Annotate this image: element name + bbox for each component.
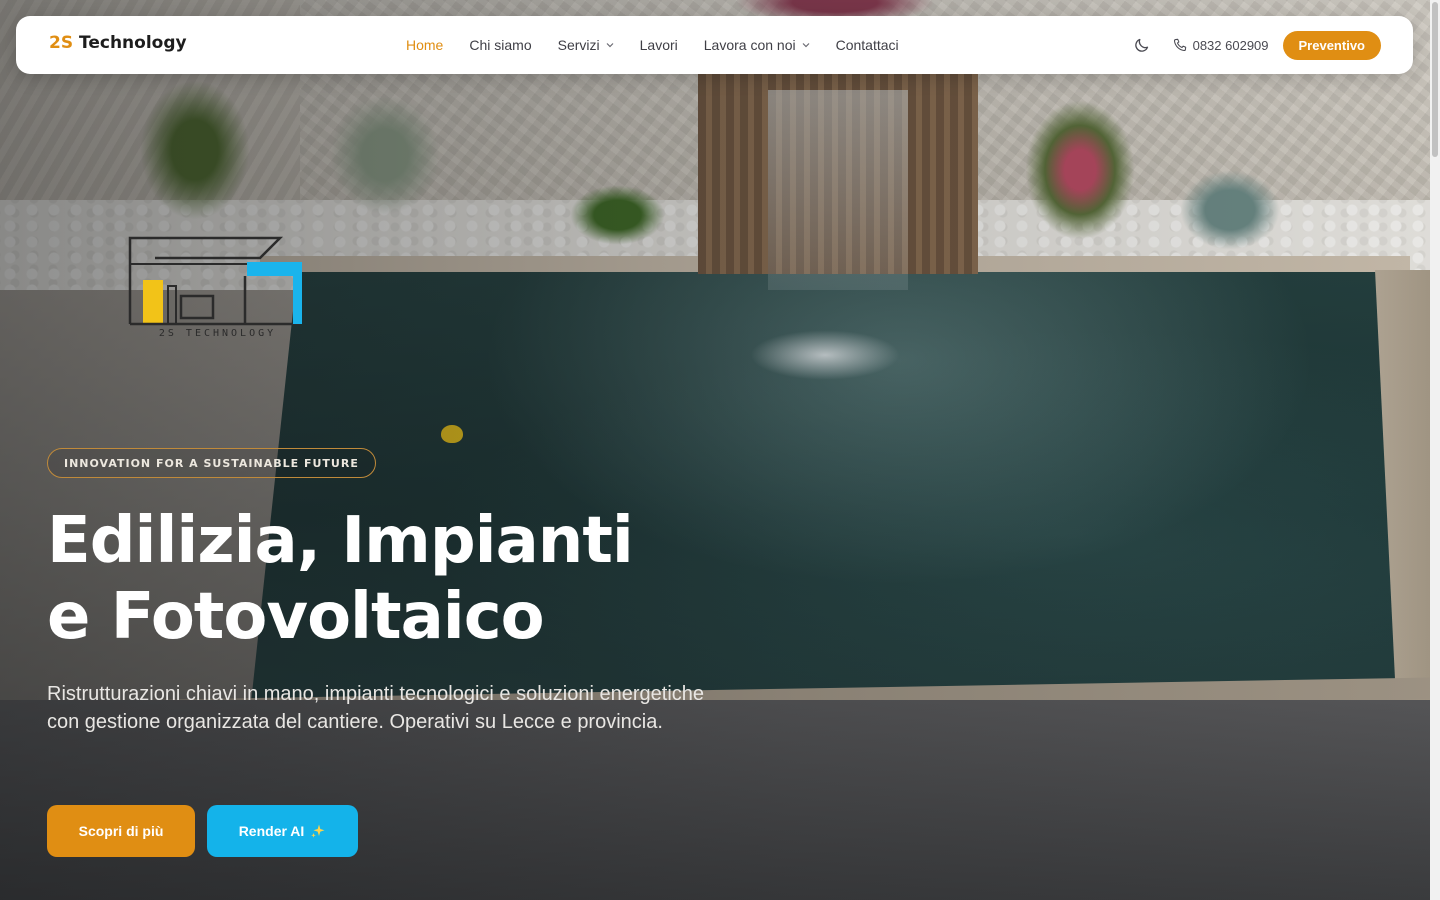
phone-link[interactable]: 0832 602909 <box>1173 38 1269 53</box>
chevron-down-icon <box>802 43 810 48</box>
nav-item-label: Lavora con noi <box>703 37 796 53</box>
nav-item-lavori[interactable]: Lavori <box>640 37 678 53</box>
main-navbar: 2S Technology Home Chi siamo Servizi Lav… <box>16 16 1413 74</box>
nav-item-label: Servizi <box>557 37 600 53</box>
nav-tools: 0832 602909 Preventivo <box>1131 16 1381 74</box>
logo-mark <box>128 236 302 326</box>
nav-item-label: Home <box>406 37 444 53</box>
hero-subtitle: Ristrutturazioni chiavi in mano, impiant… <box>47 683 705 733</box>
headline-line-1: Edilizia, Impianti <box>47 504 634 578</box>
scrollbar-thumb[interactable] <box>1432 2 1438 157</box>
quote-button[interactable]: Preventivo <box>1282 30 1381 60</box>
phone-icon <box>1173 38 1186 52</box>
theme-toggle-button[interactable] <box>1131 34 1153 56</box>
nav-item-home[interactable]: Home <box>406 37 443 53</box>
chevron-down-icon <box>606 43 614 48</box>
brand-name: Technology <box>73 33 187 53</box>
nav-menu: Home Chi siamo Servizi Lavori Lavora con… <box>406 16 899 74</box>
nav-item-chi-siamo[interactable]: Chi siamo <box>469 37 531 53</box>
hero-headline: Edilizia, Impianti e Fotovoltaico <box>47 503 767 655</box>
nav-item-lavora-con-noi[interactable]: Lavora con noi <box>704 37 810 53</box>
sparkles-icon <box>311 824 325 838</box>
phone-number: 0832 602909 <box>1192 37 1269 53</box>
logo-wordmark: 2S TECHNOLOGY <box>158 328 277 339</box>
brand-prefix: 2S <box>49 33 74 53</box>
company-logo-graphic: 2S TECHNOLOGY <box>115 236 320 356</box>
nav-item-contattaci[interactable]: Contattaci <box>836 37 899 53</box>
nav-item-servizi[interactable]: Servizi <box>558 37 614 53</box>
nav-item-label: Contattaci <box>835 37 899 53</box>
page-scrollbar[interactable] <box>1430 0 1440 900</box>
brand-logo[interactable]: 2S Technology <box>49 33 187 53</box>
tagline-badge: INNOVATION FOR A SUSTAINABLE FUTURE <box>47 448 376 478</box>
nav-item-label: Lavori <box>639 37 678 53</box>
learn-more-button[interactable]: Scopri di più <box>47 805 195 857</box>
learn-more-label: Scopri di più <box>78 823 164 839</box>
moon-icon <box>1134 38 1148 52</box>
headline-line-2: e Fotovoltaico <box>47 580 545 654</box>
nav-item-label: Chi siamo <box>469 37 532 53</box>
render-ai-button[interactable]: Render AI <box>207 805 358 857</box>
render-ai-label: Render AI <box>238 823 305 839</box>
